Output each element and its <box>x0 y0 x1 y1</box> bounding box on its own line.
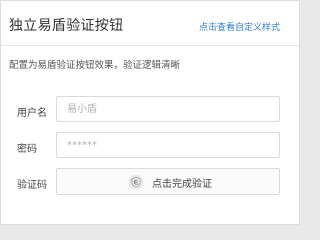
login-card: 独立易盾验证按钮 点击查看自定义样式 配置为易盾验证按钮效果，验证逻辑清晰 用户… <box>0 0 300 225</box>
username-field-container <box>56 96 280 122</box>
page-title: 独立易盾验证按钮 <box>9 18 124 34</box>
netease-yidun-shield-icon <box>128 174 144 190</box>
username-input[interactable] <box>67 97 267 122</box>
card-header: 独立易盾验证按钮 点击查看自定义样式 <box>1 1 299 46</box>
password-input[interactable] <box>67 133 267 158</box>
captcha-label: 验证码 <box>17 180 47 191</box>
custom-style-link[interactable]: 点击查看自定义样式 <box>199 20 280 33</box>
password-field-container <box>56 132 280 158</box>
username-label: 用户名 <box>17 108 47 119</box>
description-text: 配置为易盾验证按钮效果，验证逻辑清晰 <box>9 60 181 71</box>
captcha-button-label: 点击完成验证 <box>152 179 212 190</box>
captcha-verify-button[interactable]: 点击完成验证 <box>56 168 280 195</box>
password-label: 密码 <box>17 144 37 155</box>
